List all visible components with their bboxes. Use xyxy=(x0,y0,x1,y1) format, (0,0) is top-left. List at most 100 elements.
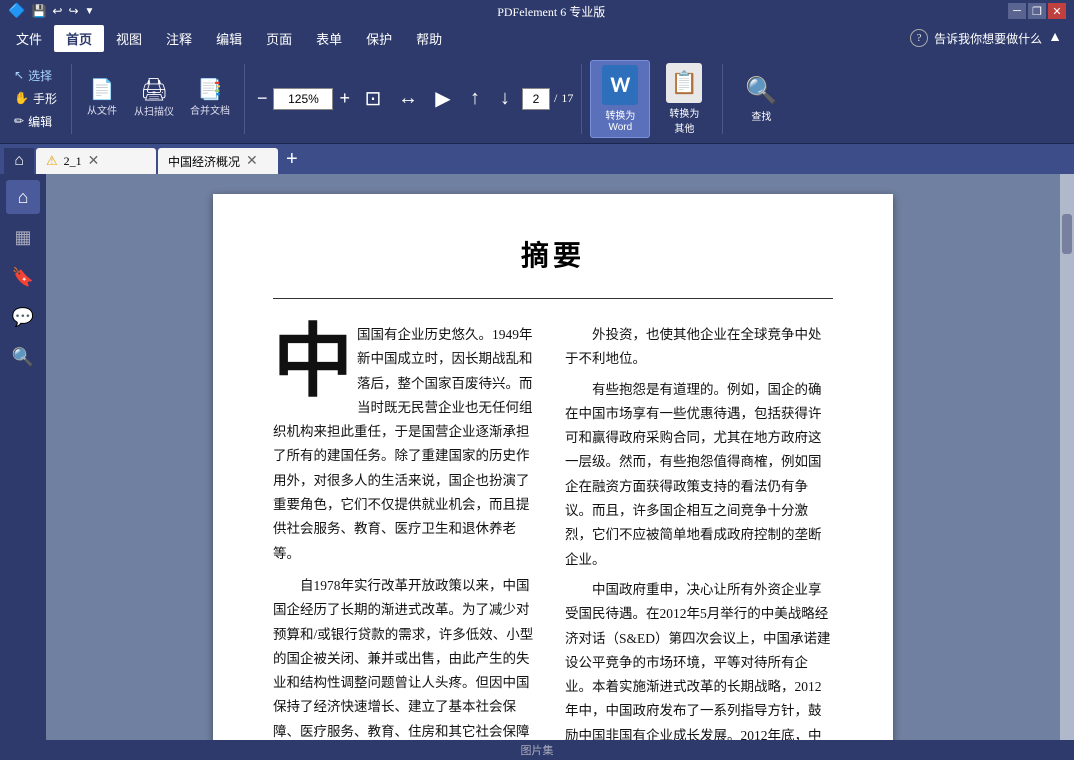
fit-width-icon: ↔ xyxy=(398,87,418,110)
menu-bar: 文件 首页 视图 注释 编辑 页面 表单 保护 帮助 ? 告诉我你想要做什么 ▲ xyxy=(0,22,1074,54)
panel-search-icon[interactable]: 🔍 xyxy=(6,340,40,374)
page-number-input[interactable] xyxy=(522,88,550,110)
home-tab[interactable]: ⌂ xyxy=(4,148,34,174)
para-3: 外投资，也使其他企业在全球竞争中处于不利地位。 xyxy=(565,323,833,372)
convert-other-icon: 📋 xyxy=(666,63,702,103)
drop-cap: 中 xyxy=(273,329,353,397)
pdf-body: 中 国国有企业历史悠久。1949年新中国成立时，因长期战乱和落后，整个国家百废待… xyxy=(273,323,833,740)
presentation-icon: ▶ xyxy=(435,86,450,111)
minimize-button[interactable]: ─ xyxy=(1008,3,1026,19)
menu-annotate[interactable]: 注释 xyxy=(154,25,204,52)
help-placeholder[interactable]: 告诉我你想要做什么 xyxy=(934,30,1042,47)
pdf-title: 摘要 xyxy=(273,234,833,274)
quick-save[interactable]: 💾 xyxy=(31,4,46,19)
page-navigation: / 17 xyxy=(522,88,573,110)
menu-protect[interactable]: 保护 xyxy=(354,25,404,52)
para-2: 自1978年实行改革开放政策以来，中国国企经历了长期的渐进式改革。为了减少对预算… xyxy=(273,574,541,740)
total-pages: 17 xyxy=(561,91,573,106)
menu-help[interactable]: 帮助 xyxy=(404,25,454,52)
hand-tool[interactable]: ✋ 手形 xyxy=(8,88,63,109)
home-icon: ⌂ xyxy=(14,152,24,170)
word-icon-container: W 转换为 Word xyxy=(602,65,638,133)
undo[interactable]: ↩ xyxy=(52,4,62,19)
select-tool[interactable]: ↖ 选择 xyxy=(8,65,63,86)
close-button[interactable]: ✕ xyxy=(1048,3,1066,19)
right-scrollbar[interactable] xyxy=(1060,174,1074,740)
fit-width-button[interactable]: ↔ xyxy=(392,83,424,114)
from-scan-button[interactable]: 🖨 从扫描仪 xyxy=(128,75,180,122)
add-tab-button[interactable]: + xyxy=(280,148,304,171)
search-button[interactable]: 🔍 查找 xyxy=(731,71,791,127)
page-separator: / xyxy=(554,91,557,106)
doc-tab-2[interactable]: 中国经济概况 ✕ xyxy=(158,148,278,174)
word-icon: W xyxy=(602,65,638,105)
prev-page-button[interactable]: ↑ xyxy=(462,83,488,114)
convert-other-icon-container: 📋 转换为 其他 xyxy=(666,63,702,135)
scroll-thumb[interactable] xyxy=(1062,214,1072,254)
menu-form[interactable]: 表单 xyxy=(304,25,354,52)
doc-tab-1-label: 2_1 xyxy=(64,154,82,169)
next-page-icon: ↓ xyxy=(500,87,510,110)
merge-icon: 📑 xyxy=(198,80,223,100)
menu-file[interactable]: 文件 xyxy=(4,25,54,52)
convert-other-button[interactable]: 📋 转换为 其他 xyxy=(654,59,714,139)
merge-docs-button[interactable]: 📑 合并文档 xyxy=(184,76,236,121)
title-bar-left: 🔷 💾 ↩ ↪ ▼ xyxy=(8,3,94,20)
panel-bookmark-icon[interactable]: 🔖 xyxy=(6,260,40,294)
bottom-bar: 图片集 xyxy=(0,740,1074,760)
para-5: 中国政府重申，决心让所有外资企业享受国民待遇。在2012年5月举行的中美战略经济… xyxy=(565,578,833,740)
sep-4 xyxy=(722,64,723,134)
panel-comment-icon[interactable]: 💬 xyxy=(6,300,40,334)
convert-word-label: 转换为 xyxy=(605,107,635,122)
edit-icon: ✏ xyxy=(14,114,24,129)
toolbar: ↖ 选择 ✋ 手形 ✏ 编辑 📄 从文件 🖨 从扫描仪 📑 合并文档 − + ⊡ xyxy=(0,54,1074,144)
help-search-area: ? 告诉我你想要做什么 ▲ xyxy=(910,29,1070,47)
doc-tab-1-close[interactable]: ✕ xyxy=(88,153,100,170)
from-scan-icon: 🖨 xyxy=(140,79,168,101)
convert-other-label: 转换为 xyxy=(669,105,699,120)
menu-view[interactable]: 视图 xyxy=(104,25,154,52)
collapse-arrow[interactable]: ▲ xyxy=(1048,30,1062,46)
zoom-out-button[interactable]: − xyxy=(253,86,272,111)
prev-page-icon: ↑ xyxy=(470,87,480,110)
search-icon: 🔍 xyxy=(745,75,777,106)
warning-icon: ⚠ xyxy=(46,153,58,169)
redo[interactable]: ↪ xyxy=(68,4,78,19)
viewer-area: 摘要 中 国国有企业历史悠久。1949年新中国成立时，因长期战乱和落后，整个国家… xyxy=(46,174,1060,740)
select-icon: ↖ xyxy=(14,68,24,83)
restore-button[interactable]: ❐ xyxy=(1028,3,1046,19)
doc-tab-2-label: 中国经济概况 xyxy=(168,153,240,170)
app-title: PDFelement 6 专业版 xyxy=(497,3,605,20)
first-paragraph: 中 国国有企业历史悠久。1949年新中国成立时，因长期战乱和落后，整个国家百废待… xyxy=(273,323,541,566)
menu-page[interactable]: 页面 xyxy=(254,25,304,52)
panel-thumbnail-icon[interactable]: ▦ xyxy=(6,220,40,254)
menu-edit[interactable]: 编辑 xyxy=(204,25,254,52)
customize-arrow[interactable]: ▼ xyxy=(85,6,95,17)
from-file-button[interactable]: 📄 从文件 xyxy=(80,76,124,121)
help-icon: ? xyxy=(910,29,928,47)
pdf-divider xyxy=(273,298,833,299)
panel-home-icon[interactable]: ⌂ xyxy=(6,180,40,214)
next-page-button[interactable]: ↓ xyxy=(492,83,518,114)
zoom-in-button[interactable]: + xyxy=(335,86,354,111)
doc-tab-1[interactable]: ⚠ 2_1 ✕ xyxy=(36,148,156,174)
convert-word-button[interactable]: W 转换为 Word xyxy=(590,60,650,138)
left-panel: ⌂ ▦ 🔖 💬 🔍 xyxy=(0,174,46,740)
menu-home[interactable]: 首页 xyxy=(54,25,104,52)
tab-bar: ⌂ ⚠ 2_1 ✕ 中国经济概况 ✕ + xyxy=(0,144,1074,174)
sep-3 xyxy=(581,64,582,134)
pdf-page: 摘要 中 国国有企业历史悠久。1949年新中国成立时，因长期战乱和落后，整个国家… xyxy=(213,194,893,740)
app-icon: 🔷 xyxy=(8,3,25,20)
convert-other-label2: 其他 xyxy=(674,120,694,135)
cursor-tools-group: ↖ 选择 ✋ 手形 ✏ 编辑 xyxy=(8,65,63,132)
presentation-button[interactable]: ▶ xyxy=(428,82,458,115)
doc-tab-2-close[interactable]: ✕ xyxy=(246,153,258,170)
edit-tool[interactable]: ✏ 编辑 xyxy=(8,111,63,132)
search-label: 查找 xyxy=(751,108,771,123)
fit-page-button[interactable]: ⊡ xyxy=(358,82,388,115)
bottom-label: 图片集 xyxy=(521,742,554,758)
zoom-controls: − + xyxy=(253,86,354,111)
zoom-input[interactable] xyxy=(273,88,333,110)
from-file-icon: 📄 xyxy=(90,80,115,100)
convert-word-label2: Word xyxy=(608,122,632,133)
